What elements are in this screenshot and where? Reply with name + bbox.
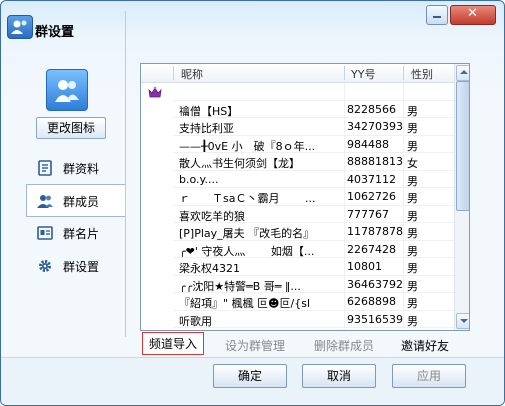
cell-qq: 777767 [347,207,389,221]
arrow-down-icon [460,319,468,323]
sidebar-item-label: 群资料 [63,162,100,176]
sidebar-item-group-card[interactable]: 群名片 [27,217,125,248]
cell-qq: 4037112 [347,172,396,186]
table-row[interactable]: ╭❤' 守夜人灬 如烟【... 2267428 男 [141,241,454,258]
cell-qq: 11787878 [347,225,403,238]
cell-qq: 36463792 [347,277,403,291]
owner-crown-icon [148,86,162,98]
sidebar: 更改图标 群资料 群成员 群名片 群设置 [1,57,126,377]
column-header-qq[interactable]: YY号 [351,66,375,82]
column-separator [344,66,345,80]
window-title: 群设置 [35,25,75,40]
scrollbar[interactable] [454,64,469,330]
remove-member-link[interactable]: 删除群成员 [314,337,374,354]
sidebar-item-group-members[interactable]: 群成员 [26,184,126,217]
table-row[interactable]: 『紹項』" 楓楓 叵☻叵/{sl 6268898 男 [141,293,454,311]
cell-qq: 2267428 [347,242,396,256]
scroll-up-button[interactable] [456,65,469,81]
column-separator [173,66,174,80]
cell-qq: 4333785 [347,330,405,331]
table-row[interactable]: b.o.y.... 4037112 男 [141,171,454,188]
table-row[interactable]: ——╂0vE 小 破『8ｏ年... 984488 男 [141,136,454,153]
ok-button[interactable]: 确定 [213,364,287,388]
sidebar-item-group-info[interactable]: 群资料 [27,152,125,183]
member-rows: 禴僧【HS】 8228566 男支持比利亚 34270393 男 ——╂0vE 小 破『8… [141,83,454,331]
sidebar-item-group-settings[interactable]: 群设置 [27,250,125,281]
cell-qq: 1062726 [347,190,396,203]
title-bar: 群设置 ✕ [1,1,504,57]
cell-qq: 8228566 [347,102,396,116]
table-row[interactable]: 禴僧【HS】 8228566 男 [141,101,454,118]
table-row[interactable]: 【悲 殇 梦 境 Ebi...4333785女 [141,328,454,331]
document-icon [38,160,52,176]
column-header-name[interactable]: 昵称 [181,66,203,82]
scrollbar-thumb[interactable] [456,81,469,211]
table-row[interactable]: 散人灬书生何须剑【龙】 88881813 女 [141,153,454,171]
table-row[interactable]: [P]Play_屠夫 『改毛的名』 11787878 男 [141,223,454,241]
cell-qq: 984488 [347,137,389,151]
table-row[interactable]: 梁永权4321 10801 男 [141,258,454,276]
column-header-sex[interactable]: 性别 [411,66,433,82]
apply-button[interactable]: 应用 [392,364,466,388]
group-avatar-icon [46,69,88,111]
minimize-button[interactable] [426,5,448,25]
cell-qq: 34270393 [347,120,403,133]
invite-friends-link[interactable]: 邀请好友 [401,337,449,354]
table-row[interactable]: ╭╭沈阳★特警═B 哥═ ‖... 36463792 男 [141,276,454,293]
cell-sex: 女 [407,330,437,331]
channel-import-link[interactable]: 频道导入 [142,332,205,355]
card-icon [37,226,53,240]
sidebar-item-label: 群成员 [63,195,100,209]
member-list[interactable]: 昵称 YY号 性别 禴僧【HS】 8228566 男支持比利亚 34270393 男 ——… [140,63,470,331]
table-row[interactable]: 听歌用 93516539 男 [141,311,454,328]
change-icon-button[interactable]: 更改图标 [36,117,106,139]
sidebar-divider [125,11,126,337]
cell-qq: 93516539 [347,312,403,326]
list-header: 昵称 YY号 性别 [141,64,454,83]
gear-icon [39,260,51,272]
cell-qq: 10801 [347,260,382,273]
sidebar-item-label: 群名片 [63,227,100,241]
table-row[interactable] [141,83,454,101]
table-row[interactable]: 支持比利亚 34270393 男 [141,118,454,136]
minimize-icon [433,16,441,18]
members-icon [37,195,53,208]
column-separator [403,66,404,80]
close-icon: ✕ [467,6,478,21]
scroll-down-button[interactable] [456,313,469,329]
app-logo-icon [7,15,33,39]
cell-qq: 88881813 [347,155,403,168]
arrow-up-icon [460,70,468,74]
group-settings-window: 群设置 ✕ 更改图标 群资料 群成员 群名片 群设置 昵称 YY号 性别 禴僧【… [0,0,505,406]
cell-name: 【悲 殇 梦 境 Ebi... [179,330,379,331]
table-row[interactable]: ｒ ＴsaＣ丶霸月 ... 1062726 男 [141,188,454,206]
set-admin-link[interactable]: 设为群管理 [225,337,285,354]
close-button[interactable]: ✕ [450,5,496,25]
cancel-button[interactable]: 取消 [302,364,376,388]
table-row[interactable]: 喜欢吃羊的狼 777767 男 [141,206,454,223]
sidebar-item-label: 群设置 [63,260,100,274]
cell-qq: 6268898 [347,295,396,308]
